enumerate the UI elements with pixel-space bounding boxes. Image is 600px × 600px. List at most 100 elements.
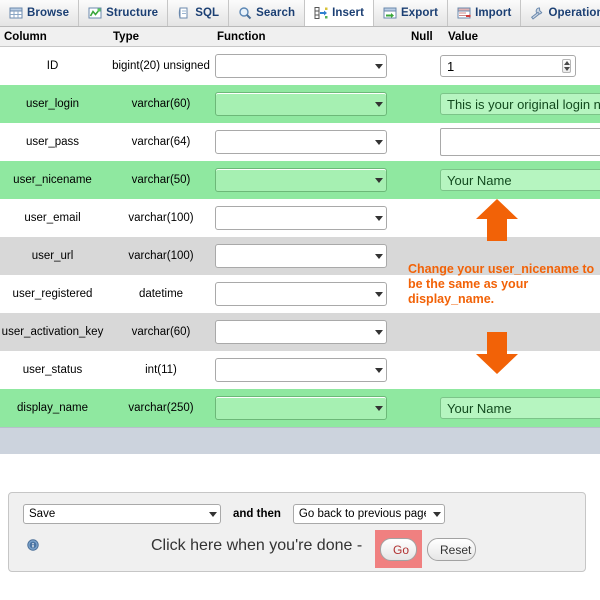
cell-column-name: user_status xyxy=(22,364,83,376)
tab-structure-label: Structure xyxy=(106,7,159,19)
tab-search[interactable]: Search xyxy=(229,0,306,26)
table-row: user_pass varchar(64) xyxy=(0,123,600,161)
cell-column-type: datetime xyxy=(138,288,184,300)
header-type: Type xyxy=(113,30,139,43)
tab-structure[interactable]: Structure xyxy=(79,0,169,26)
cell-column-type: varchar(60) xyxy=(131,326,191,338)
function-select[interactable] xyxy=(215,130,387,154)
table-row: user_nicename varchar(50) xyxy=(0,161,600,199)
cell-function xyxy=(211,130,401,154)
import-icon xyxy=(457,6,471,20)
tab-operations[interactable]: Operation xyxy=(521,0,600,26)
cell-column-name: user_login xyxy=(25,98,80,110)
table-row: user_registered datetime xyxy=(0,275,600,313)
number-spinner[interactable] xyxy=(562,59,571,73)
value-textarea[interactable] xyxy=(440,128,600,156)
function-select[interactable] xyxy=(215,396,387,420)
function-select-wrap xyxy=(211,396,387,420)
cell-column-type: int(11) xyxy=(145,364,177,376)
export-icon xyxy=(383,6,397,20)
tab-browse[interactable]: Browse xyxy=(0,0,80,26)
cell-value xyxy=(434,397,600,419)
value-number-input[interactable] xyxy=(440,55,576,77)
function-select[interactable] xyxy=(215,358,387,382)
function-select[interactable] xyxy=(215,244,387,268)
function-select-wrap xyxy=(211,92,387,116)
tab-sql[interactable]: SQL xyxy=(168,0,230,26)
cell-column-name: user_pass xyxy=(25,136,80,148)
save-mode-select-wrap: Save xyxy=(23,504,221,524)
table-row: user_url varchar(100) xyxy=(0,237,600,275)
cell-function xyxy=(211,358,401,382)
cell-value xyxy=(434,128,600,156)
function-select-wrap xyxy=(211,54,387,78)
tab-operations-label: Operation xyxy=(548,7,600,19)
structure-icon xyxy=(88,6,102,20)
table-body: ID bigint(20) unsigned user_login varchar(6… xyxy=(0,47,600,427)
tab-export-label: Export xyxy=(401,7,439,19)
function-select-wrap xyxy=(211,320,387,344)
function-select[interactable] xyxy=(215,92,387,116)
cell-value xyxy=(434,55,600,77)
table-row: user_email varchar(100) xyxy=(0,199,600,237)
info-icon[interactable] xyxy=(27,539,39,551)
header-value: Value xyxy=(448,30,479,43)
reset-button[interactable]: Reset xyxy=(427,538,476,561)
cell-function xyxy=(211,396,401,420)
table-row: user_activation_key varchar(60) xyxy=(0,313,600,351)
value-number-wrap xyxy=(440,55,576,77)
submit-panel: Save and then Go back to previous page C… xyxy=(8,492,586,572)
submit-options-row: Save and then Go back to previous page xyxy=(23,504,445,524)
header-function: Function xyxy=(217,30,266,43)
table-footer-row xyxy=(0,427,600,454)
cell-column-name: user_registered xyxy=(12,288,93,300)
function-select[interactable] xyxy=(215,54,387,78)
after-action-select[interactable]: Go back to previous page xyxy=(292,504,445,524)
cell-function xyxy=(211,282,401,306)
function-select[interactable] xyxy=(215,206,387,230)
main-tab-bar: Browse Structure SQL Search Insert Expor… xyxy=(0,0,600,27)
table-row: user_status int(11) xyxy=(0,351,600,389)
wrench-icon xyxy=(530,6,544,20)
cell-column-type: varchar(250) xyxy=(128,402,194,414)
value-text-input[interactable] xyxy=(440,169,600,191)
table-row: ID bigint(20) unsigned xyxy=(0,47,600,85)
done-instruction-text: Click here when you're done - xyxy=(151,537,363,554)
cell-column-name: user_activation_key xyxy=(1,326,104,338)
tab-browse-label: Browse xyxy=(27,7,70,19)
function-select-wrap xyxy=(211,206,387,230)
sql-document-icon xyxy=(177,6,191,20)
function-select-wrap xyxy=(211,282,387,306)
table-icon xyxy=(9,6,23,20)
tab-import-label: Import xyxy=(475,7,512,19)
tab-insert-label: Insert xyxy=(332,7,365,19)
tab-insert[interactable]: Insert xyxy=(305,0,375,26)
function-select-wrap xyxy=(211,244,387,268)
tab-import[interactable]: Import xyxy=(448,0,522,26)
function-select[interactable] xyxy=(215,282,387,306)
cell-column-type: varchar(100) xyxy=(128,250,194,262)
cell-column-type: varchar(60) xyxy=(131,98,191,110)
cell-column-type: varchar(100) xyxy=(128,212,194,224)
go-button[interactable]: Go xyxy=(380,538,417,561)
cell-function xyxy=(211,320,401,344)
cell-column-name: display_name xyxy=(17,402,88,414)
cell-column-type: varchar(50) xyxy=(131,174,191,186)
cell-column-name: ID xyxy=(46,60,59,72)
save-mode-select[interactable]: Save xyxy=(23,504,221,524)
cell-column-name: user_email xyxy=(24,212,81,224)
cell-column-name: user_nicename xyxy=(13,174,92,186)
table-header-row: Column Type Function Null Value xyxy=(0,27,600,47)
value-text-input[interactable] xyxy=(440,93,600,115)
table-row: display_name varchar(250) xyxy=(0,389,600,427)
cell-function xyxy=(211,168,401,192)
submit-buttons-row: Click here when you're done - Go Reset xyxy=(23,530,573,568)
value-text-input[interactable] xyxy=(440,397,600,419)
tab-export[interactable]: Export xyxy=(374,0,449,26)
function-select[interactable] xyxy=(215,320,387,344)
function-select[interactable] xyxy=(215,168,387,192)
cell-function xyxy=(211,54,401,78)
header-column: Column xyxy=(4,30,47,43)
cell-value xyxy=(434,93,600,115)
cell-function xyxy=(211,206,401,230)
